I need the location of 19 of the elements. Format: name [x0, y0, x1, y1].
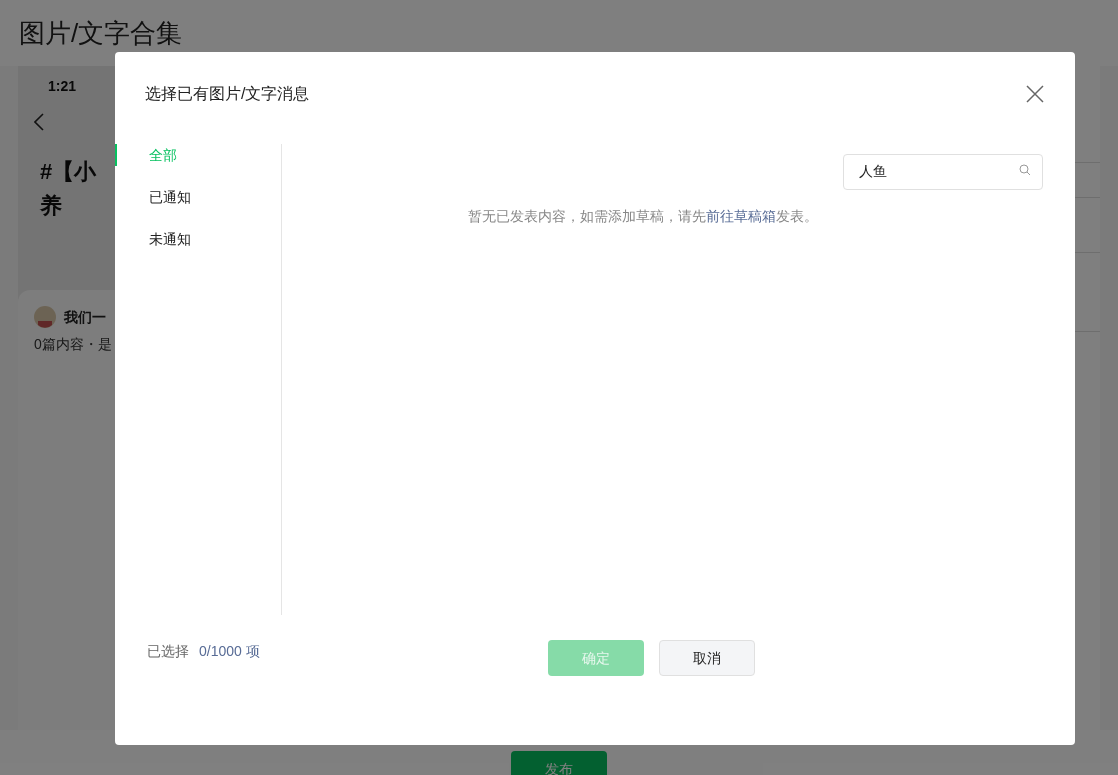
filter-tab[interactable]: 已通知 [115, 186, 281, 208]
status-time: 1:21 [48, 77, 77, 96]
avatar-icon [34, 306, 56, 328]
selection-label: 已选择 [147, 642, 189, 661]
search-field[interactable]: 人鱼 [843, 154, 1043, 190]
search-icon [1019, 164, 1031, 176]
empty-message: 暂无已发表内容，如需添加草稿，请先前往草稿箱发表。 [466, 207, 819, 226]
author-name: 我们一 [64, 307, 106, 327]
back-icon[interactable] [34, 113, 44, 131]
dialog-title: 选择已有图片/文字消息 [145, 84, 310, 104]
collection-meta: 0篇内容・是 [34, 335, 113, 354]
filter-tab[interactable]: 未通知 [115, 228, 281, 250]
selection-count: 0/1000 项 [199, 642, 260, 661]
article-heading: #【小 [40, 158, 97, 186]
close-button[interactable] [1026, 85, 1044, 103]
cancel-button[interactable]: 取消 [659, 640, 755, 676]
article-heading: 养 [40, 192, 62, 220]
page-title: 图片/文字合集 [19, 16, 183, 50]
drafts-link[interactable]: 前往草稿箱 [705, 208, 776, 224]
